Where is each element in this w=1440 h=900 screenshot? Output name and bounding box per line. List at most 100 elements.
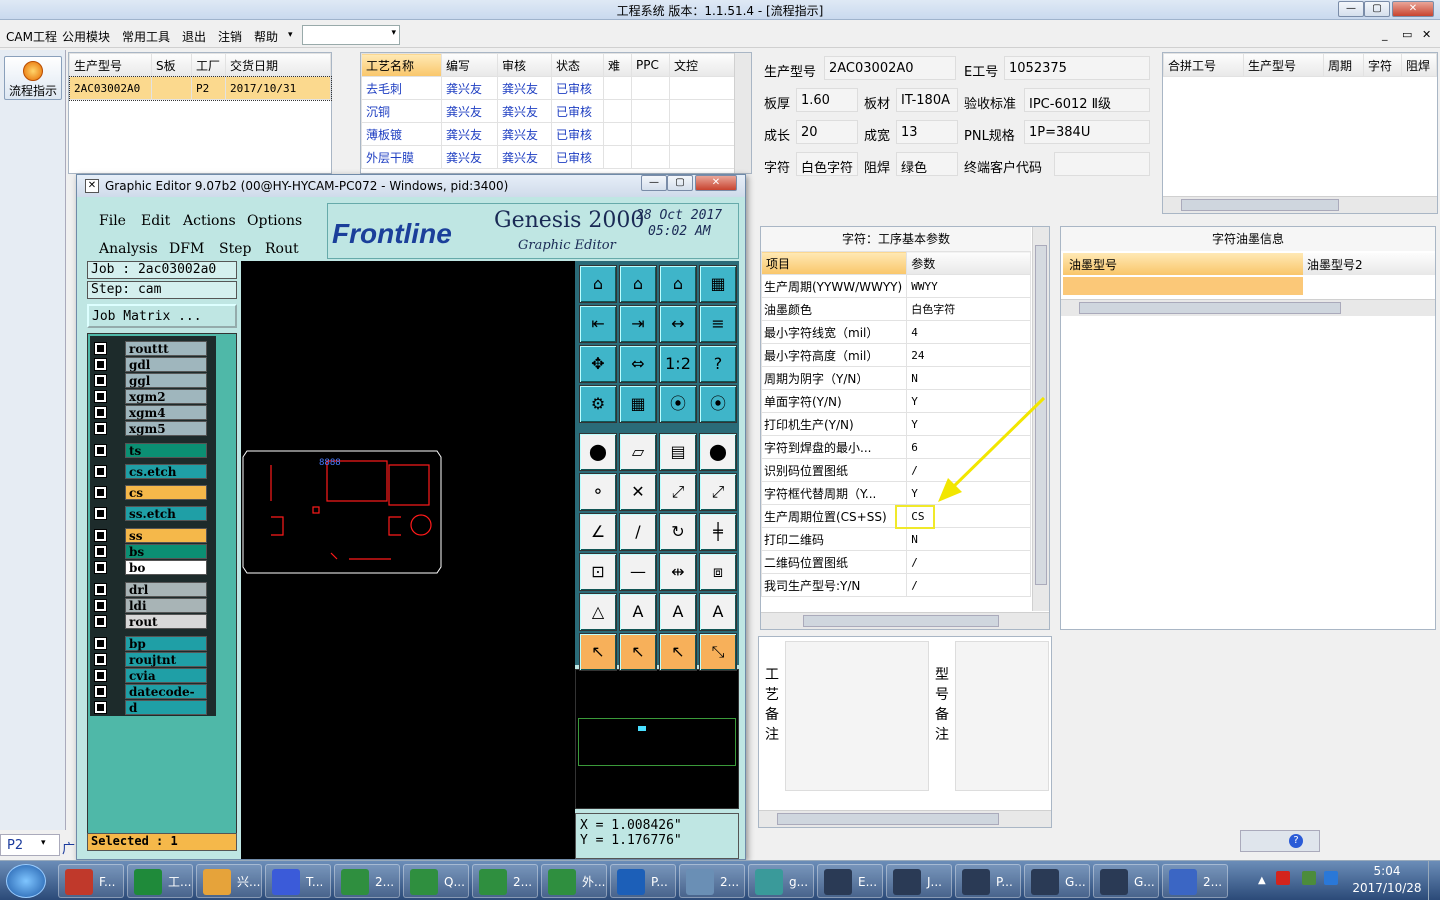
- taskbar-item[interactable]: G...: [1024, 864, 1090, 898]
- graphic-canvas[interactable]: 8888: [241, 261, 575, 859]
- start-button[interactable]: [6, 864, 46, 898]
- tool-button-icon[interactable]: ⚙: [579, 385, 617, 423]
- tool-button-icon[interactable]: ⤢: [659, 473, 697, 511]
- tool-button-icon[interactable]: ↖: [619, 633, 657, 671]
- layer-checkbox[interactable]: [94, 465, 107, 478]
- ge-menu-options[interactable]: Options: [247, 213, 302, 229]
- taskbar-item[interactable]: J...: [886, 864, 952, 898]
- layer-row[interactable]: ss.etch: [91, 506, 209, 521]
- layer-row[interactable]: routtt: [91, 341, 209, 356]
- tool-button-icon[interactable]: A: [659, 593, 697, 631]
- standard-field[interactable]: IPC-6012 Ⅱ级: [1024, 88, 1150, 112]
- ge-menu-rout[interactable]: Rout: [265, 241, 299, 257]
- mini-map[interactable]: [575, 669, 739, 809]
- tool-button-icon[interactable]: ⌂: [619, 265, 657, 303]
- tool-button-icon[interactable]: ▦: [699, 265, 737, 303]
- col-delivery-date[interactable]: 交货日期: [225, 53, 331, 77]
- ge-menu-edit[interactable]: Edit: [141, 213, 170, 229]
- thickness-field[interactable]: 1.60: [796, 88, 858, 112]
- layer-row[interactable]: cs.etch: [91, 464, 209, 479]
- menu-exit[interactable]: 退出: [182, 28, 206, 45]
- tool-button-icon[interactable]: ≡: [699, 305, 737, 343]
- layer-checkbox[interactable]: [94, 637, 107, 650]
- tool-button-icon[interactable]: 1:2: [659, 345, 697, 383]
- ge-close-button[interactable]: ✕: [695, 175, 737, 191]
- tool-button-icon[interactable]: ╪: [699, 513, 737, 551]
- clock-time[interactable]: 5:04: [1358, 864, 1416, 878]
- tool-button-icon[interactable]: ↔: [659, 305, 697, 343]
- flow-indication-button[interactable]: 流程指示: [4, 56, 62, 100]
- col-doc-control[interactable]: 文控: [669, 53, 737, 77]
- tool-button-icon[interactable]: /: [619, 513, 657, 551]
- table-row[interactable]: 2AC03002A0 P2 2017/10/31: [68, 75, 332, 101]
- e-number-field[interactable]: 1052375: [1004, 56, 1150, 80]
- layer-row[interactable]: ggl: [91, 373, 209, 388]
- tool-button-icon[interactable]: A: [619, 593, 657, 631]
- taskbar-item[interactable]: 2...: [334, 864, 400, 898]
- tool-button-icon[interactable]: ⤡: [699, 633, 737, 671]
- layer-row[interactable]: d: [91, 700, 209, 715]
- clock-date[interactable]: 2017/10/28: [1348, 881, 1426, 895]
- table-row[interactable]: 打印二维码 N: [760, 527, 1031, 551]
- layer-row[interactable]: rout: [91, 614, 209, 629]
- tool-button-icon[interactable]: ⬤: [699, 433, 737, 471]
- layer-checkbox[interactable]: [94, 406, 107, 419]
- col-difficulty[interactable]: 难: [603, 53, 632, 77]
- tool-button-icon[interactable]: ∠: [579, 513, 617, 551]
- layer-checkbox[interactable]: [94, 422, 107, 435]
- tray-app-icon[interactable]: [1276, 871, 1290, 885]
- tool-button-icon[interactable]: ↖: [659, 633, 697, 671]
- width-field[interactable]: 13: [896, 120, 958, 144]
- taskbar-item[interactable]: g...: [748, 864, 814, 898]
- layer-checkbox[interactable]: [94, 444, 107, 457]
- taskbar-item[interactable]: E...: [817, 864, 883, 898]
- length-field[interactable]: 20: [796, 120, 858, 144]
- col-model[interactable]: 生产型号: [69, 53, 152, 77]
- show-desktop-button[interactable]: [1428, 861, 1440, 900]
- vertical-scrollbar[interactable]: [734, 53, 751, 173]
- layer-checkbox[interactable]: [94, 486, 107, 499]
- layer-checkbox[interactable]: [94, 545, 107, 558]
- tool-button-icon[interactable]: A: [699, 593, 737, 631]
- layer-checkbox[interactable]: [94, 529, 107, 542]
- taskbar-item[interactable]: P...: [610, 864, 676, 898]
- layer-checkbox[interactable]: [94, 358, 107, 371]
- table-row[interactable]: 最小字符高度（mil） 24: [760, 343, 1031, 367]
- maximize-button[interactable]: ▢: [1364, 1, 1390, 17]
- layer-row[interactable]: xgm5: [91, 421, 209, 436]
- layer-checkbox[interactable]: [94, 685, 107, 698]
- layer-checkbox[interactable]: [94, 615, 107, 628]
- table-row[interactable]: 我司生产型号:Y/N /: [760, 573, 1031, 597]
- ge-menu-actions[interactable]: Actions: [183, 213, 236, 229]
- tool-button-icon[interactable]: ?: [699, 345, 737, 383]
- tool-button-icon[interactable]: ↖: [579, 633, 617, 671]
- menu-common-tools[interactable]: 常用工具: [122, 28, 170, 45]
- tool-button-icon[interactable]: ⦿: [659, 385, 697, 423]
- taskbar-item[interactable]: 2...: [472, 864, 538, 898]
- col-ppc[interactable]: PPC: [631, 53, 670, 77]
- menu-combo[interactable]: ▾: [302, 25, 400, 45]
- ge-menu-dfm[interactable]: DFM: [169, 241, 204, 257]
- mdi-restore-button[interactable]: ▭: [1402, 28, 1412, 41]
- taskbar-item[interactable]: 外...: [541, 864, 607, 898]
- mdi-minimize-button[interactable]: _: [1382, 28, 1388, 41]
- tool-button-icon[interactable]: ⦿: [699, 385, 737, 423]
- table-row[interactable]: 周期为阴字（Y/N） N: [760, 366, 1031, 390]
- col-process-name[interactable]: 工艺名称: [361, 53, 442, 77]
- table-row[interactable]: 沉铜 龚兴友 龚兴友 已审核: [361, 99, 737, 123]
- taskbar-item[interactable]: P...: [955, 864, 1021, 898]
- layer-row[interactable]: bo: [91, 560, 209, 575]
- tool-button-icon[interactable]: ▤: [659, 433, 697, 471]
- mdi-close-button[interactable]: ✕: [1422, 28, 1431, 41]
- layer-row[interactable]: bp: [91, 636, 209, 651]
- layer-checkbox[interactable]: [94, 583, 107, 596]
- horizontal-scrollbar[interactable]: [1061, 299, 1435, 316]
- menu-public-module[interactable]: 公用模块: [62, 28, 110, 45]
- tool-button-icon[interactable]: ⌂: [659, 265, 697, 303]
- horizontal-scrollbar[interactable]: [759, 810, 1051, 827]
- layer-checkbox[interactable]: [94, 669, 107, 682]
- table-row[interactable]: 最小字符线宽（mil） 4: [760, 320, 1031, 344]
- taskbar-item[interactable]: 工...: [127, 864, 193, 898]
- model-field[interactable]: 2AC03002A0: [824, 56, 956, 80]
- layer-row[interactable]: ldi: [91, 598, 209, 613]
